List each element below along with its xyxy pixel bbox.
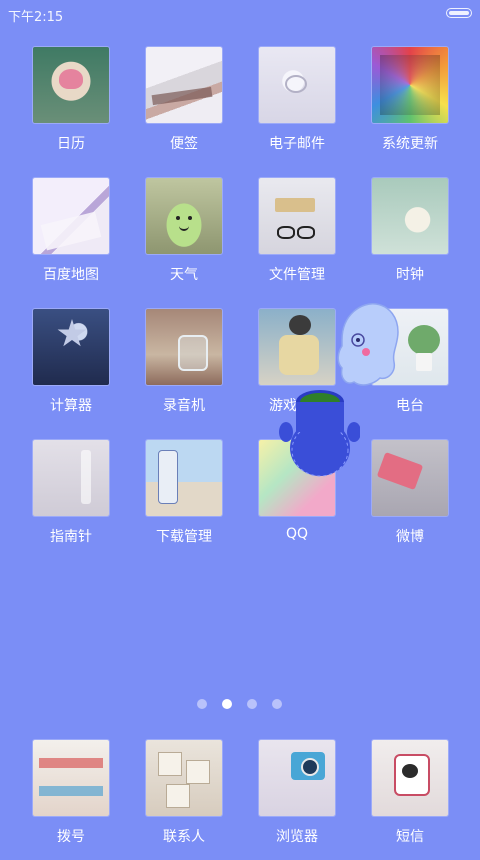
ghost-sticker — [337, 303, 399, 386]
app-file-manager[interactable]: 文件管理 — [242, 178, 352, 298]
app-label: 电子邮件 — [269, 136, 325, 152]
app-label: QQ — [285, 526, 309, 542]
status-time: 下午2:15 — [8, 10, 64, 25]
recorder-icon — [146, 309, 222, 385]
app-compass[interactable]: 指南针 — [16, 440, 126, 560]
browser-icon — [259, 740, 335, 816]
contacts-icon — [146, 740, 222, 816]
app-calculator[interactable]: 计算器 — [16, 309, 126, 429]
battery-icon — [446, 8, 472, 18]
baidu-map-icon — [33, 178, 109, 254]
system-update-icon — [372, 47, 448, 123]
calendar-icon — [33, 47, 109, 123]
app-label: 便签 — [170, 136, 198, 152]
app-label: 日历 — [57, 136, 85, 152]
notes-icon — [146, 47, 222, 123]
weibo-icon — [372, 440, 448, 516]
clock-icon — [372, 178, 448, 254]
app-label: 系统更新 — [382, 136, 438, 152]
app-label: 微博 — [396, 529, 424, 545]
app-label: 文件管理 — [269, 267, 325, 283]
compass-icon — [33, 440, 109, 516]
file-manager-icon — [259, 178, 335, 254]
app-label: 时钟 — [396, 267, 424, 283]
app-baidu-map[interactable]: 百度地图 — [16, 178, 126, 298]
status-bar: 下午2:15 — [0, 0, 480, 28]
email-icon — [259, 47, 335, 123]
app-label: 浏览器 — [276, 829, 318, 845]
app-email[interactable]: 电子邮件 — [242, 47, 352, 167]
app-weather[interactable]: 天气 — [129, 178, 239, 298]
download-manager-icon — [146, 440, 222, 516]
app-label: 计算器 — [50, 398, 92, 414]
app-system-update[interactable]: 系统更新 — [355, 47, 465, 167]
app-weibo[interactable]: 微博 — [355, 440, 465, 560]
app-label: 天气 — [170, 267, 198, 283]
dock-messages[interactable]: 短信 — [355, 740, 465, 860]
page-indicator[interactable] — [0, 698, 480, 710]
page-dot-2[interactable] — [222, 699, 232, 709]
dock-browser[interactable]: 浏览器 — [242, 740, 352, 860]
app-label: 下载管理 — [156, 529, 212, 545]
app-label: 百度地图 — [43, 267, 99, 283]
app-label: 电台 — [396, 398, 424, 414]
phone-icon — [33, 740, 109, 816]
dock-contacts[interactable]: 联系人 — [129, 740, 239, 860]
app-label: 拨号 — [57, 829, 85, 845]
app-clock[interactable]: 时钟 — [355, 178, 465, 298]
page-dot-3[interactable] — [247, 699, 257, 709]
page-dot-1[interactable] — [197, 699, 207, 709]
app-notes[interactable]: 便签 — [129, 47, 239, 167]
weather-icon — [146, 178, 222, 254]
dock-phone[interactable]: 拨号 — [16, 740, 126, 860]
app-download-manager[interactable]: 下载管理 — [129, 440, 239, 560]
app-label: 联系人 — [163, 829, 205, 845]
page-dot-4[interactable] — [272, 699, 282, 709]
app-label: 短信 — [396, 829, 424, 845]
calculator-icon — [33, 309, 109, 385]
app-label: 录音机 — [163, 398, 205, 414]
game-center-icon — [259, 309, 335, 385]
app-label: 指南针 — [50, 529, 92, 545]
app-calendar[interactable]: 日历 — [16, 47, 126, 167]
pot-sticker — [279, 390, 360, 477]
app-recorder[interactable]: 录音机 — [129, 309, 239, 429]
messages-icon — [372, 740, 448, 816]
